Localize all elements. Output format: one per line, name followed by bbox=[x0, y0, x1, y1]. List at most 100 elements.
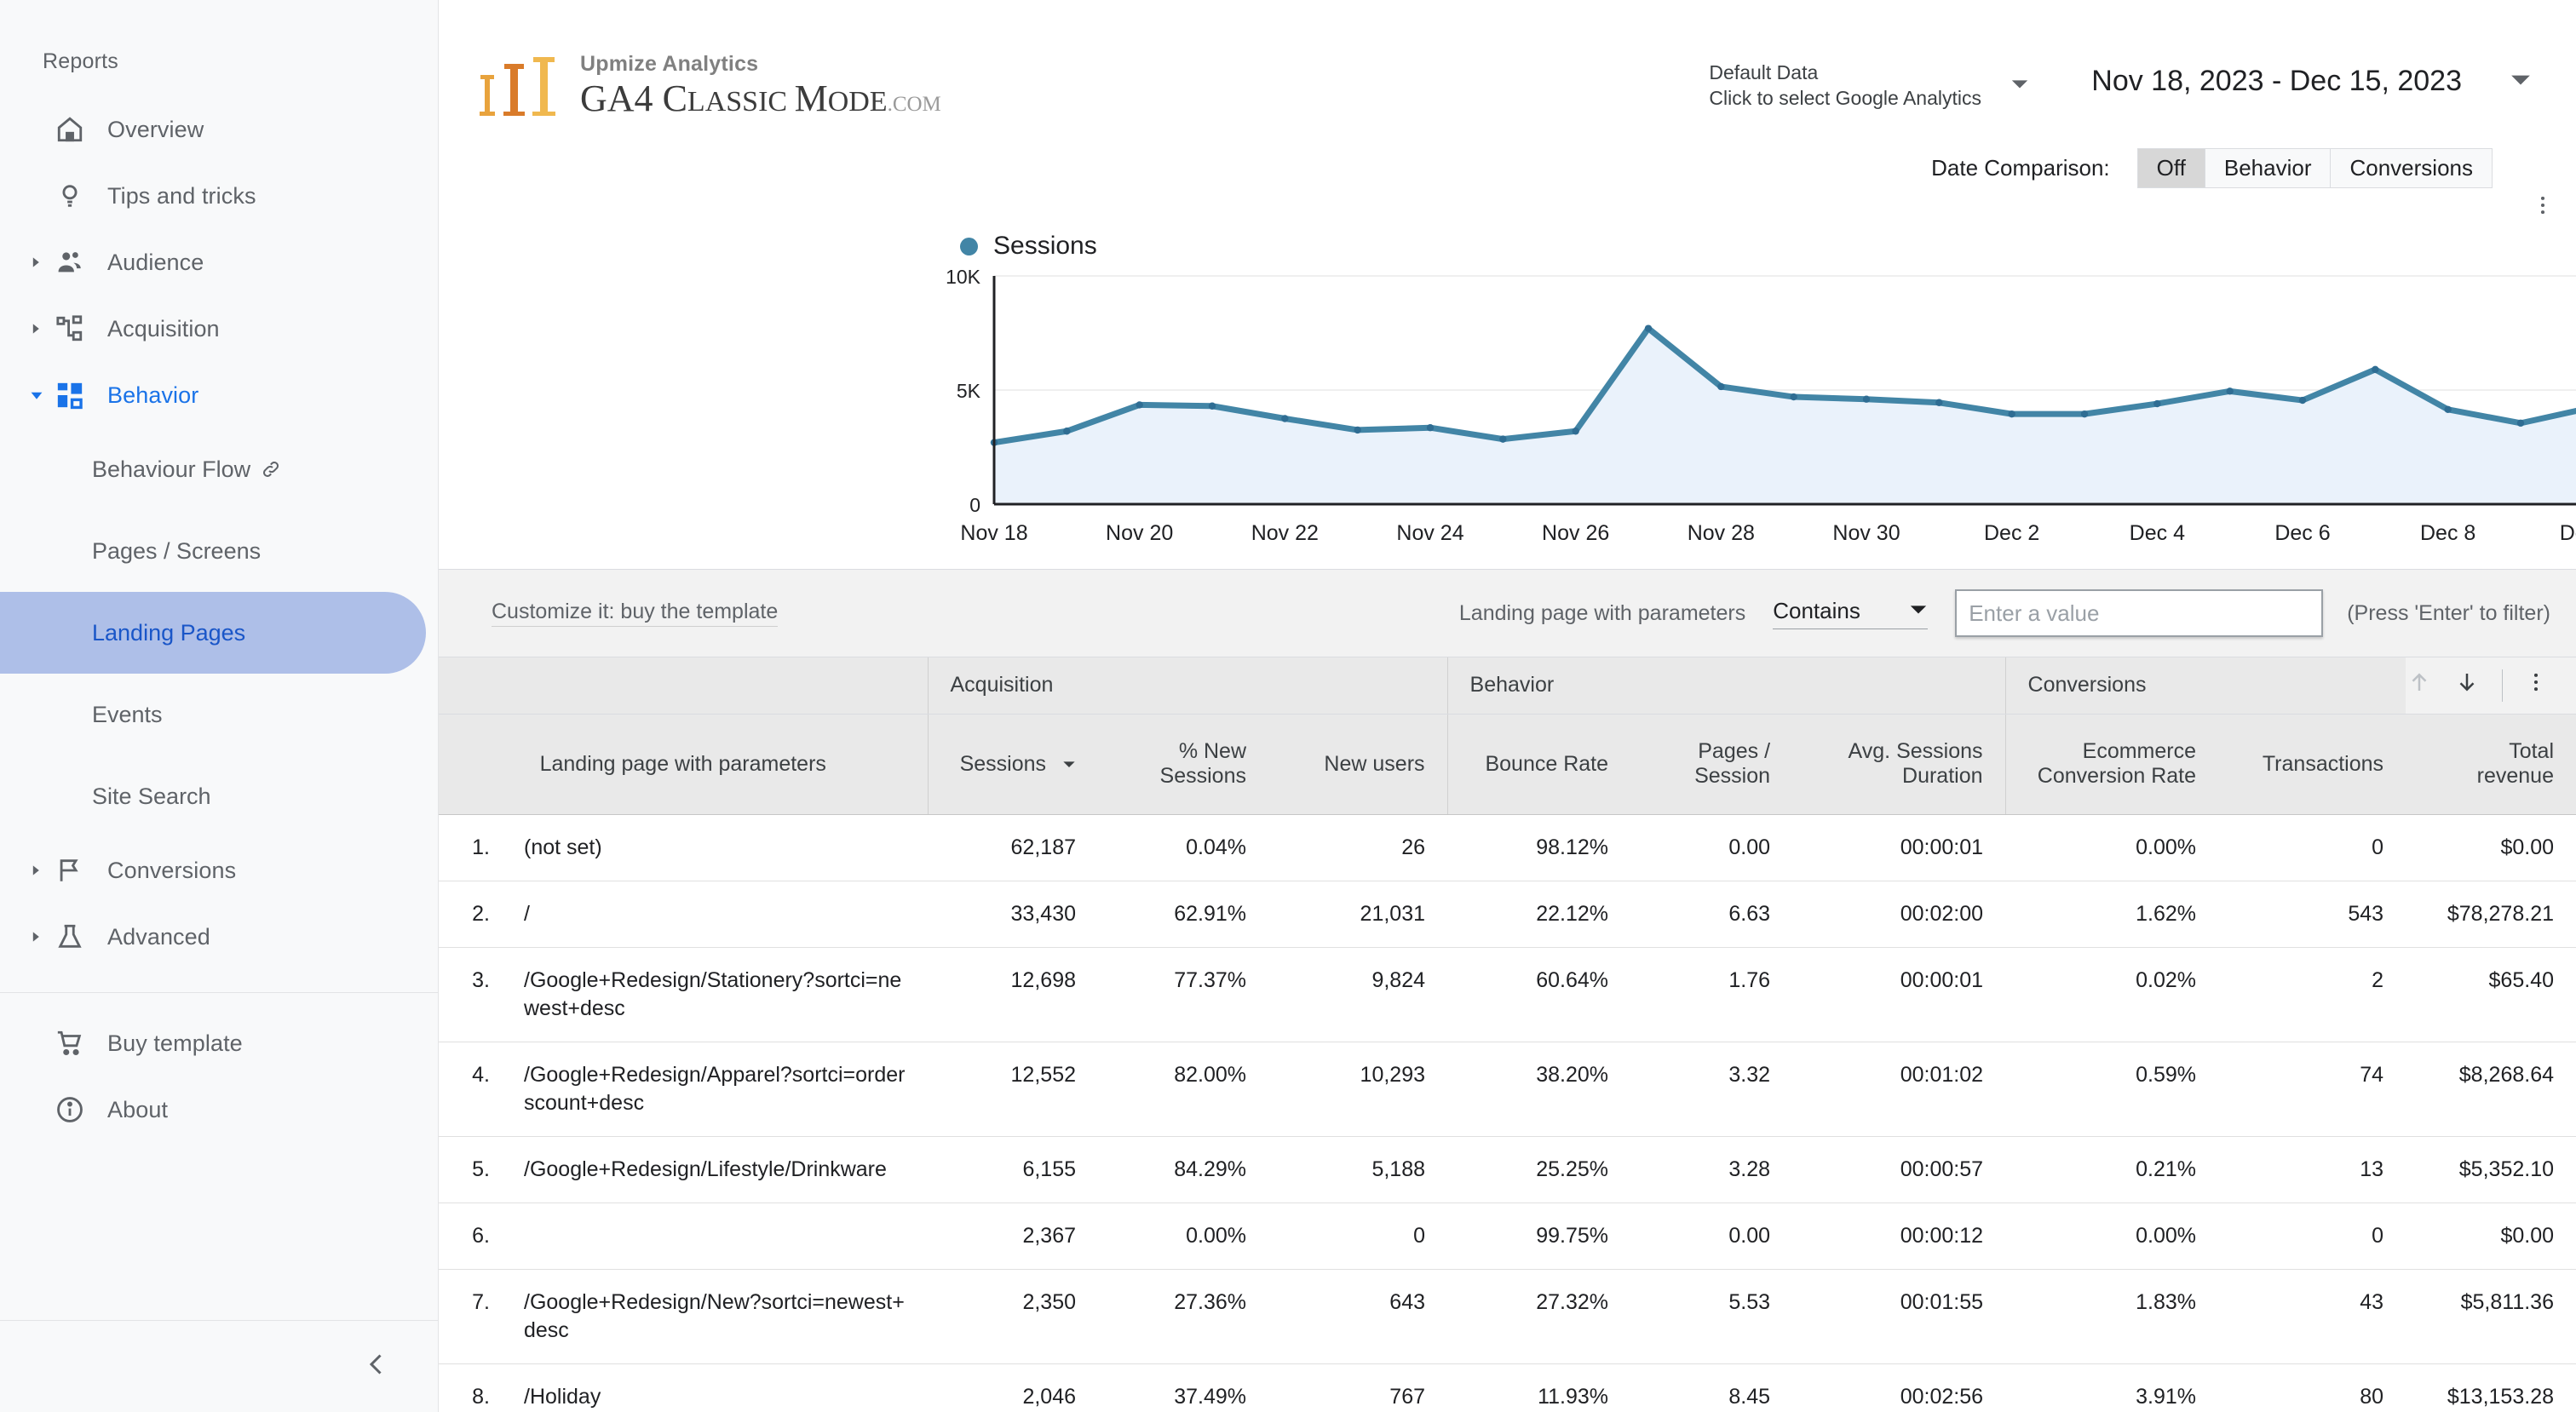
table-row[interactable]: 2./33,430 62.91% 21,031 22.12% 6.63 00:02:00 1… bbox=[439, 881, 2576, 948]
sidebar-subitem-pages-screens[interactable]: Pages / Screens bbox=[0, 510, 438, 592]
row-landing-page[interactable]: /Google+Redesign/New?sortci=newest+desc bbox=[502, 1269, 928, 1364]
column-header-pct-new-sessions[interactable]: % New Sessions bbox=[1098, 714, 1268, 815]
column-header-new-users[interactable]: New users bbox=[1268, 714, 1448, 815]
sidebar-subitem-label: Landing Pages bbox=[92, 619, 246, 646]
cell-total-revenue: $78,278.21 bbox=[2406, 881, 2576, 948]
row-landing-page[interactable]: /Google+Redesign/Stationery?sortci=newes… bbox=[502, 947, 928, 1042]
sidebar-subitem-site-search[interactable]: Site Search bbox=[0, 755, 438, 837]
chart-data-point[interactable] bbox=[1572, 428, 1579, 435]
landing-pages-table: Acquisition Behavior Conversions Landing… bbox=[439, 657, 2576, 1412]
table-row[interactable]: 7./Google+Redesign/New?sortci=newest+des… bbox=[439, 1269, 2576, 1364]
column-header-transactions[interactable]: Transactions bbox=[2218, 714, 2406, 815]
data-source-selector[interactable]: Default Data Click to select Google Anal… bbox=[1709, 60, 2029, 112]
cell-bounce-rate: 11.93% bbox=[1447, 1363, 1631, 1412]
chart-data-point[interactable] bbox=[1790, 393, 1797, 401]
more-vertical-icon[interactable] bbox=[2525, 671, 2547, 699]
chart-data-point[interactable] bbox=[2444, 405, 2452, 413]
chevron-right-icon bbox=[26, 931, 48, 943]
table-row[interactable]: 8./Holiday 2,046 37.49% 767 11.93% 8.45 00:02:… bbox=[439, 1363, 2576, 1412]
cell-pages-session: 0.00 bbox=[1630, 1202, 1793, 1270]
x-axis-tick-label: Dec 10 bbox=[2560, 521, 2576, 545]
sidebar-collapse-button[interactable] bbox=[0, 1320, 438, 1412]
chart-data-point[interactable] bbox=[2298, 396, 2307, 405]
table-row[interactable]: 5./Google+Redesign/Lifestyle/Drinkware 6,… bbox=[439, 1136, 2576, 1203]
chart-data-point[interactable] bbox=[1499, 435, 1507, 443]
column-header-landing-page[interactable]: Landing page with parameters bbox=[439, 714, 928, 815]
row-landing-page[interactable]: / bbox=[502, 881, 928, 948]
chart-data-point[interactable] bbox=[1208, 402, 1216, 410]
sidebar-item-buy-template[interactable]: Buy template bbox=[0, 1010, 438, 1076]
column-header-pages-session[interactable]: Pages / Session bbox=[1630, 714, 1793, 815]
sitemap-icon bbox=[48, 314, 92, 343]
chart-data-point[interactable] bbox=[1063, 428, 1071, 435]
column-header-bounce-rate[interactable]: Bounce Rate bbox=[1446, 714, 1631, 815]
filter-value-input[interactable] bbox=[1955, 589, 2324, 637]
sidebar-item-advanced[interactable]: Advanced bbox=[0, 904, 438, 970]
date-comparison-option-behavior[interactable]: Behavior bbox=[2205, 149, 2332, 187]
sidebar-subitem-label: Site Search bbox=[92, 783, 211, 809]
sidebar-subitem-landing-pages[interactable]: Landing Pages bbox=[0, 592, 426, 674]
column-header-total-revenue[interactable]: Total revenue bbox=[2406, 714, 2576, 815]
table-row[interactable]: 4./Google+Redesign/Apparel?sortci=orders… bbox=[439, 1042, 2576, 1137]
header-more-options-button[interactable] bbox=[2532, 194, 2554, 221]
chart-data-point[interactable] bbox=[2008, 410, 2015, 418]
arrow-down-icon[interactable] bbox=[2454, 669, 2480, 701]
sidebar-item-tips-and-tricks[interactable]: Tips and tricks bbox=[0, 163, 438, 229]
column-header-sessions[interactable]: Sessions bbox=[927, 714, 1098, 815]
brand-logo[interactable]: Upmize Analytics GA4 CLASSIC MODE.COM bbox=[480, 52, 941, 123]
chart-data-point[interactable] bbox=[1935, 399, 1943, 406]
chart-data-point[interactable] bbox=[1281, 415, 1289, 422]
column-header-avg-session-duration[interactable]: Avg. Sessions Duration bbox=[1792, 714, 2006, 815]
chart-legend[interactable]: Sessions bbox=[960, 232, 1097, 261]
row-landing-page[interactable]: /Holiday bbox=[502, 1363, 928, 1412]
customize-template-link[interactable]: Customize it: buy the template bbox=[492, 600, 779, 627]
chart-data-point[interactable] bbox=[1354, 426, 1361, 434]
chart-data-point[interactable] bbox=[2153, 399, 2161, 408]
filter-operator-select[interactable]: Contains bbox=[1773, 598, 1929, 629]
sidebar-item-conversions[interactable]: Conversions bbox=[0, 837, 438, 904]
cell-new-users: 21,031 bbox=[1268, 881, 1448, 948]
date-comparison-option-conversions[interactable]: Conversions bbox=[2331, 149, 2492, 187]
chart-data-point[interactable] bbox=[2080, 410, 2089, 418]
cell-ecommerce-conversion-rate: 0.59% bbox=[2005, 1042, 2219, 1137]
sidebar-subitem-events[interactable]: Events bbox=[0, 674, 438, 755]
group-header-conversions: Conversions bbox=[2004, 657, 2406, 715]
sidebar-item-behavior[interactable]: Behavior bbox=[0, 362, 438, 428]
date-comparison-option-off[interactable]: Off bbox=[2137, 149, 2205, 187]
table-row[interactable]: 1. (not set) 62,187 0.04% 26 98.12% 0.00 00:00:… bbox=[439, 814, 2576, 881]
chart-data-point[interactable] bbox=[2226, 387, 2234, 395]
cell-pages-session: 5.53 bbox=[1630, 1269, 1793, 1364]
cell-bounce-rate: 98.12% bbox=[1447, 814, 1631, 881]
chart-data-point[interactable] bbox=[1717, 382, 1725, 391]
data-source-hint: Click to select Google Analytics bbox=[1709, 87, 1981, 110]
legend-color-swatch bbox=[960, 237, 978, 255]
chart-data-point[interactable] bbox=[1862, 395, 1871, 403]
row-landing-page[interactable] bbox=[502, 1202, 928, 1270]
group-header-acquisition: Acquisition bbox=[927, 657, 1448, 715]
arrow-up-icon[interactable] bbox=[2406, 669, 2432, 701]
chart-data-point[interactable] bbox=[1136, 401, 1143, 409]
chart-data-point[interactable] bbox=[1644, 324, 1653, 332]
date-range-picker[interactable]: Nov 18, 2023 - Dec 15, 2023 bbox=[2091, 65, 2532, 98]
row-landing-page[interactable]: /Google+Redesign/Apparel?sortci=ordersco… bbox=[502, 1042, 928, 1137]
sidebar-item-audience[interactable]: Audience bbox=[0, 229, 438, 296]
cell-ecommerce-conversion-rate: 1.62% bbox=[2005, 881, 2219, 948]
x-axis-tick-label: Dec 2 bbox=[1984, 521, 2039, 545]
date-comparison-label: Date Comparison: bbox=[1931, 155, 2110, 181]
table-row[interactable]: 6. 2,367 0.00% 0 99.75% 0.00 00:00:12 0.00% 0 $0.… bbox=[439, 1202, 2576, 1270]
chart-data-point[interactable] bbox=[2372, 365, 2379, 374]
sidebar-item-acquisition[interactable]: Acquisition bbox=[0, 296, 438, 362]
cell-bounce-rate: 25.25% bbox=[1447, 1136, 1631, 1203]
table-row[interactable]: 3./Google+Redesign/Stationery?sortci=new… bbox=[439, 947, 2576, 1042]
chart-data-point[interactable] bbox=[1426, 424, 1435, 432]
chart-data-point[interactable] bbox=[2516, 419, 2525, 428]
sidebar-item-overview[interactable]: Overview bbox=[0, 96, 438, 163]
row-landing-page[interactable]: (not set) bbox=[502, 814, 928, 881]
column-header-ecommerce-conversion-rate[interactable]: Ecommerce Conversion Rate bbox=[2004, 714, 2219, 815]
sidebar-subitem-behaviour-flow[interactable]: Behaviour Flow bbox=[0, 428, 438, 510]
x-axis-tick-label: Nov 22 bbox=[1251, 521, 1319, 545]
y-axis-tick-label: 0 bbox=[969, 494, 980, 516]
row-landing-page[interactable]: /Google+Redesign/Lifestyle/Drinkware bbox=[502, 1136, 928, 1203]
sidebar-item-about[interactable]: About bbox=[0, 1076, 438, 1143]
